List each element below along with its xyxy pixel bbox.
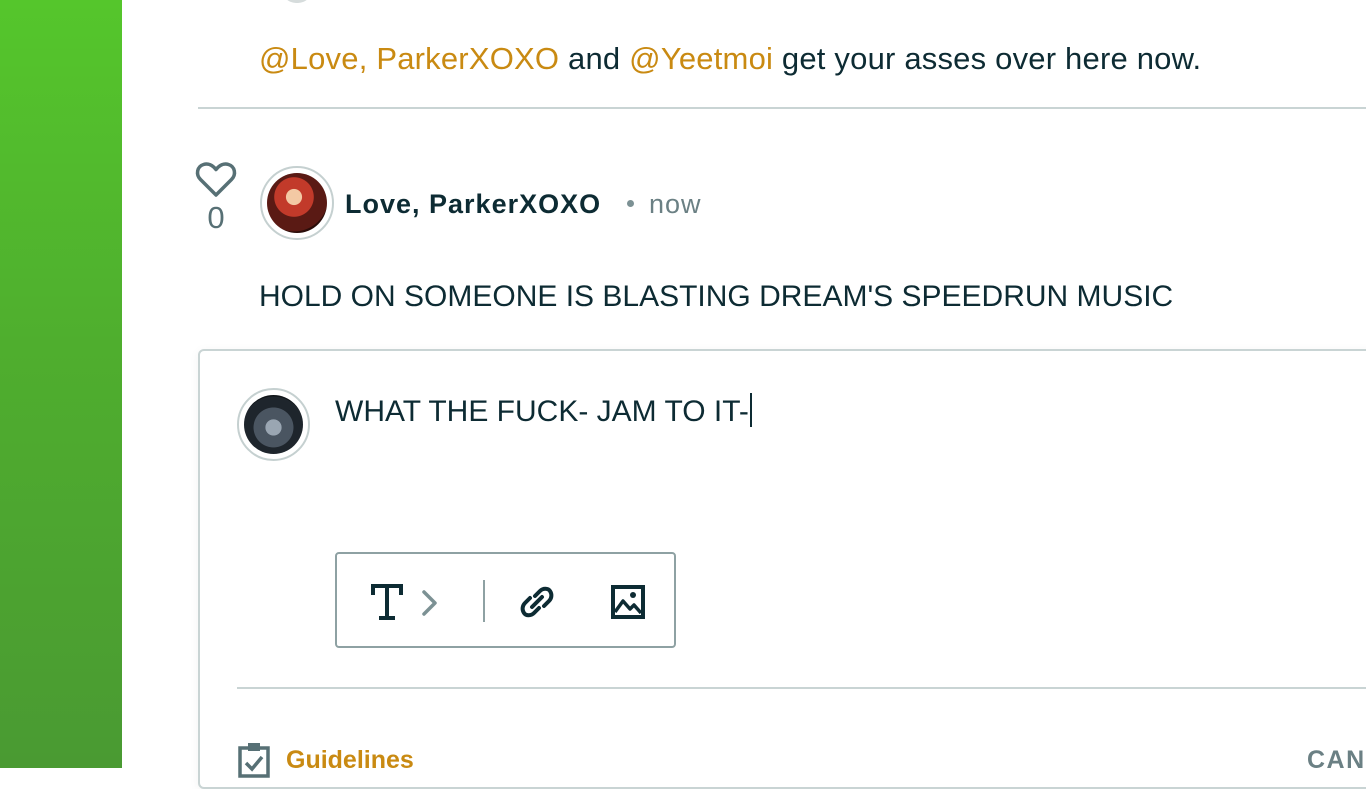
link-icon[interactable]: [519, 584, 555, 620]
mention-link[interactable]: @Yeetmoi: [629, 41, 773, 76]
guidelines-label: Guidelines: [286, 746, 414, 774]
clipboard-check-icon: [238, 743, 270, 778]
comment-timestamp: now: [649, 189, 702, 219]
chevron-right-icon[interactable]: [419, 588, 441, 618]
comment-text: and: [559, 41, 630, 76]
separator-dot: [627, 200, 634, 207]
cancel-button[interactable]: CANC: [1307, 744, 1366, 776]
reply-input-text: WHAT THE FUCK- JAM TO IT-: [335, 395, 749, 428]
comment-text: get your asses over here now.: [773, 41, 1202, 76]
comment-divider: [198, 107, 1366, 109]
comment-author[interactable]: Love, ParkerXOXO: [345, 186, 601, 222]
left-sidebar-strip: [0, 0, 122, 768]
comment-body: HOLD ON SOMEONE IS BLASTING DREAM'S SPEE…: [259, 280, 1174, 313]
image-icon[interactable]: [610, 584, 646, 620]
reply-input[interactable]: WHAT THE FUCK- JAM TO IT-: [335, 393, 752, 430]
toolbar-separator: [483, 580, 485, 622]
like-count: 0: [207, 200, 225, 235]
editor-divider: [237, 687, 1366, 689]
text-caret: [749, 393, 752, 427]
previous-comment-body: @Love, ParkerXOXO and @Yeetmoi get your …: [259, 38, 1201, 80]
current-user-avatar: [237, 388, 310, 461]
heart-icon[interactable]: [194, 158, 238, 200]
like-control: 0: [194, 158, 238, 236]
mention-link[interactable]: @Love, ParkerXOXO: [259, 41, 559, 76]
previous-comment-avatar: [282, 0, 312, 3]
avatar[interactable]: [260, 166, 334, 240]
formatting-toolbar: [335, 552, 676, 648]
text-format-icon[interactable]: [371, 582, 403, 622]
